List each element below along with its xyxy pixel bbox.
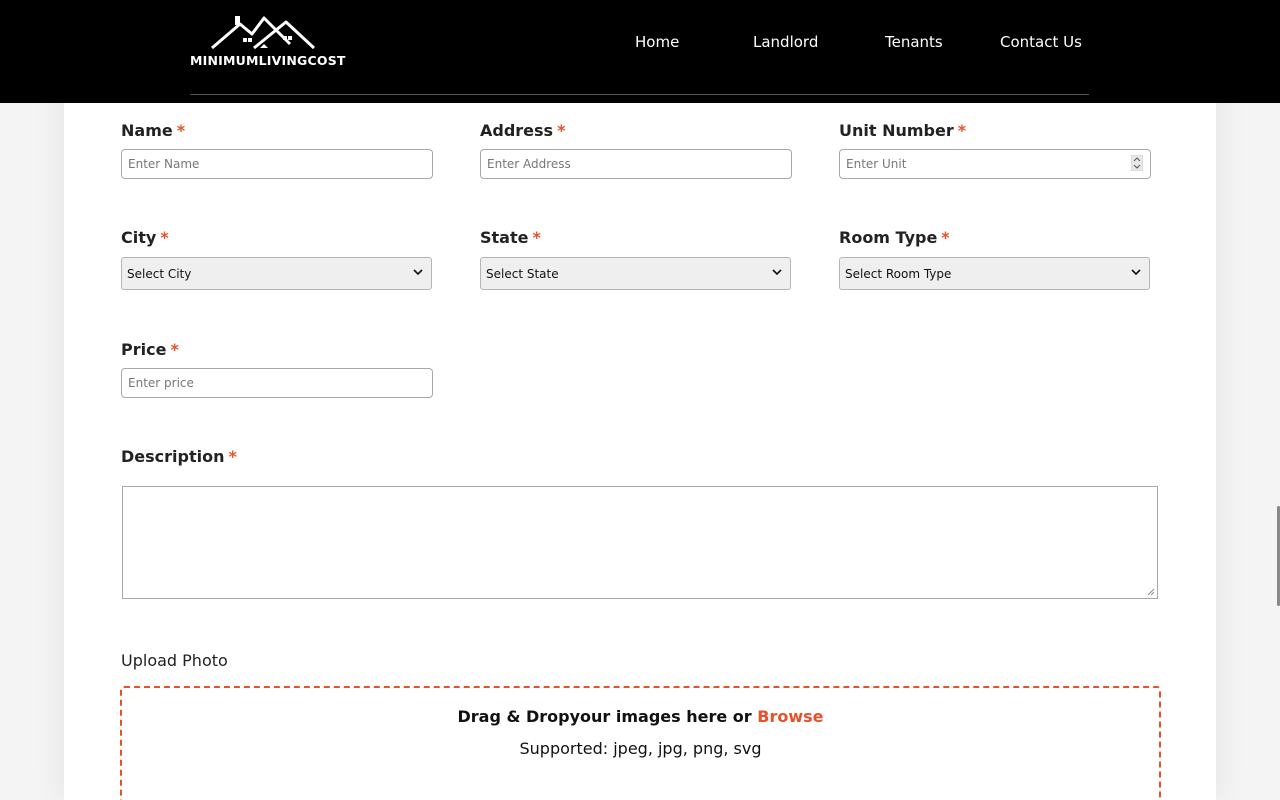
city-label-text: City (121, 228, 157, 247)
browse-link[interactable]: Browse (757, 707, 823, 726)
required-mark: * (170, 340, 179, 359)
main-nav: Home Landlord Tenants Contact Us (0, 33, 1280, 53)
upload-photo-label: Upload Photo (121, 651, 228, 670)
price-input[interactable] (121, 368, 433, 398)
drag-drop-text: Drag & Dropyour images here or (457, 707, 752, 726)
required-mark: * (228, 447, 237, 466)
state-label: State * (480, 228, 541, 247)
city-select[interactable]: Select City (121, 257, 432, 290)
name-label: Name * (121, 121, 185, 140)
required-mark: * (957, 121, 967, 140)
nav-landlord[interactable]: Landlord (753, 33, 818, 51)
site-header: MINIMUMLIVINGCOST Home Landlord Tenants … (0, 0, 1280, 103)
required-mark: * (557, 121, 566, 140)
header-divider (190, 94, 1089, 95)
upload-instructions: Drag & Dropyour images here or Browse (122, 707, 1159, 726)
chevron-down-icon (772, 269, 782, 276)
required-mark: * (941, 228, 950, 247)
address-label-text: Address (480, 121, 554, 140)
logo-text: MINIMUMLIVINGCOST (190, 53, 346, 68)
room-type-select-value: Select Room Type (845, 266, 952, 281)
unit-number-label: Unit Number * (839, 121, 966, 140)
room-type-select[interactable]: Select Room Type (839, 257, 1150, 290)
unit-number-field (839, 149, 1151, 179)
name-label-text: Name (121, 121, 173, 140)
chevron-down-icon (413, 269, 423, 276)
price-label-text: Price (121, 340, 167, 359)
address-input[interactable] (480, 149, 792, 179)
form-card: Name* Address* Unit Number* City* Select… (64, 0, 1216, 800)
number-spinner-icon[interactable] (1131, 155, 1143, 171)
city-label: City * (121, 228, 169, 247)
nav-tenants[interactable]: Tenants (885, 33, 943, 51)
state-label-text: State (480, 228, 529, 247)
unit-number-input[interactable] (839, 149, 1151, 179)
address-label: Address * (480, 121, 565, 140)
name-input[interactable] (121, 149, 433, 179)
description-label: Description * (121, 447, 237, 466)
price-label: Price * (121, 340, 179, 359)
description-textarea[interactable] (122, 486, 1158, 599)
room-type-label-text: Room Type (839, 228, 938, 247)
resize-grip-icon[interactable] (1147, 588, 1155, 596)
city-select-value: Select City (127, 266, 192, 281)
supported-formats-text: Supported: jpeg, jpg, png, svg (519, 739, 762, 758)
required-mark: * (532, 228, 541, 247)
chevron-down-icon (1131, 269, 1141, 276)
upload-dropzone[interactable]: Drag & Dropyour images here or Browse Su… (120, 686, 1161, 800)
nav-contact-us[interactable]: Contact Us (1000, 33, 1082, 51)
state-select-value: Select State (486, 266, 559, 281)
description-label-text: Description (121, 447, 225, 466)
unit-number-label-text: Unit Number (839, 121, 954, 140)
state-select[interactable]: Select State (480, 257, 791, 290)
required-mark: * (176, 121, 186, 140)
required-mark: * (160, 228, 169, 247)
nav-home[interactable]: Home (635, 33, 679, 51)
room-type-label: Room Type * (839, 228, 950, 247)
